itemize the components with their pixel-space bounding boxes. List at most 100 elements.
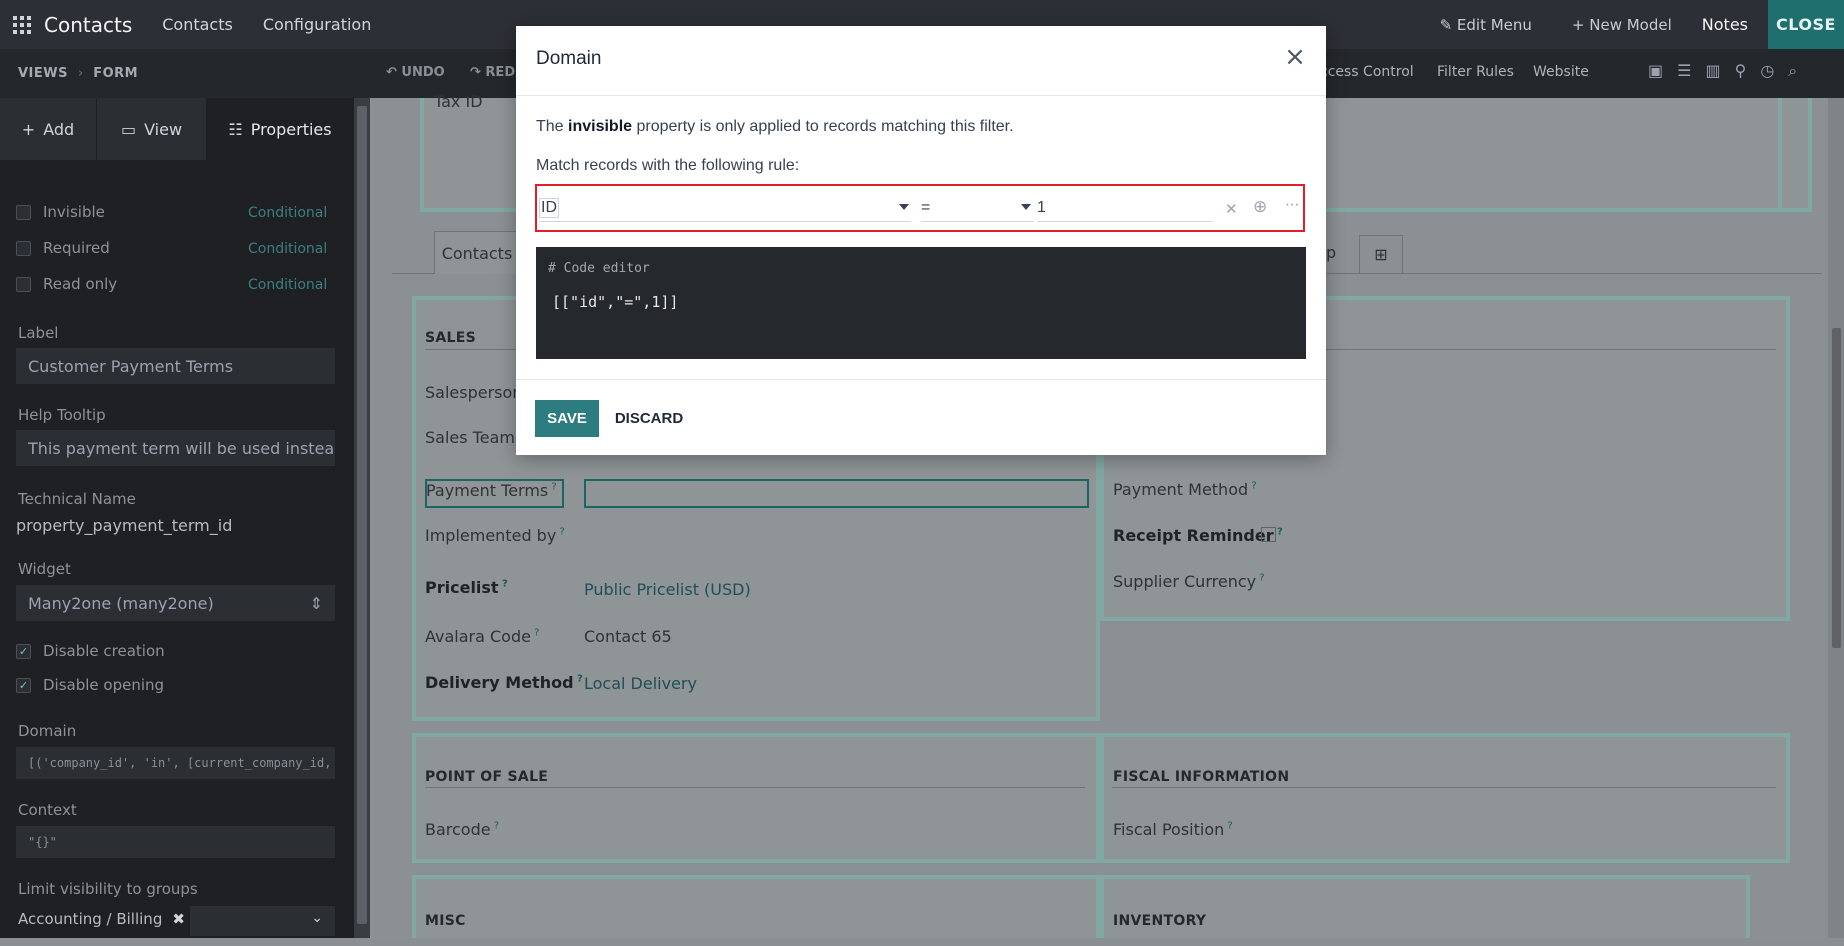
avalara-label[interactable]: Avalara Code ?: [425, 627, 539, 646]
required-checkbox-row[interactable]: Required: [16, 239, 110, 257]
website-link[interactable]: Website: [1533, 64, 1589, 80]
activity-view-icon[interactable]: ◷: [1760, 61, 1774, 81]
pos-divider: [425, 787, 1085, 788]
disable-opening-checkbox[interactable]: ✓: [16, 677, 31, 693]
menu-contacts[interactable]: Contacts: [162, 15, 233, 34]
form-view-icon[interactable]: ▣: [1648, 61, 1663, 81]
fiscal-position-label[interactable]: Fiscal Position ?: [1113, 820, 1233, 839]
group-tag: Accounting / Billing ✖: [18, 910, 185, 928]
disable-creation-checkbox[interactable]: ✓: [16, 643, 31, 659]
edit-menu-button[interactable]: ✎ Edit Menu: [1440, 16, 1532, 34]
implemented-by-label[interactable]: Implemented by ?: [425, 526, 565, 545]
dialog-title: Domain: [536, 48, 602, 69]
sales-team-label[interactable]: Sales Team: [425, 428, 515, 447]
disable-opening-row[interactable]: ✓ Disable opening: [16, 676, 164, 694]
payment-terms-input[interactable]: [584, 479, 1089, 508]
code-editor[interactable]: # Code editor [["id","=",1]]: [536, 247, 1306, 359]
label-input[interactable]: Customer Payment Terms: [16, 348, 335, 384]
invisible-checkbox-row[interactable]: Invisible: [16, 203, 105, 221]
desc-post: property is only applied to records matc…: [632, 118, 1014, 135]
tab-contacts[interactable]: Contacts: [434, 231, 520, 274]
menu-configuration[interactable]: Configuration: [263, 15, 372, 34]
properties-icon: ☷: [228, 119, 243, 139]
delete-rule-icon[interactable]: ✕: [1225, 200, 1238, 218]
redo-button[interactable]: ↷ RED: [470, 65, 515, 80]
form-scroll-thumb[interactable]: [1832, 328, 1841, 648]
add-tab-button[interactable]: ⊞: [1359, 235, 1403, 274]
domain-input[interactable]: [('company_id', 'in', [current_company_i…: [16, 747, 335, 779]
value-text: 1: [1037, 198, 1046, 216]
edit-menu-label: Edit Menu: [1456, 15, 1532, 34]
close-studio-button[interactable]: CLOSE: [1768, 0, 1844, 49]
app-title[interactable]: Contacts: [44, 13, 132, 37]
form-scrollbar[interactable]: [1828, 98, 1844, 938]
map-view-icon[interactable]: ⚲: [1735, 61, 1747, 81]
readonly-checkbox[interactable]: [16, 276, 31, 292]
receipt-reminder-label[interactable]: Receipt Reminder ?: [1113, 526, 1283, 545]
salesperson-label[interactable]: Salesperson: [425, 383, 522, 402]
receipt-reminder-checkbox[interactable]: [1261, 527, 1276, 542]
operator-select[interactable]: =: [921, 194, 1033, 222]
required-label: Required: [43, 239, 110, 257]
more-options-icon[interactable]: ···: [1285, 196, 1299, 214]
field-path-selector[interactable]: ID: [539, 194, 911, 222]
fiscal-heading: FISCAL INFORMATION: [1113, 769, 1290, 785]
list-view-icon[interactable]: ☰: [1677, 61, 1691, 81]
fiscal-divider: [1112, 787, 1776, 788]
filter-rules-link[interactable]: Filter Rules: [1437, 64, 1514, 80]
payment-method-label[interactable]: Payment Method ?: [1113, 480, 1257, 499]
pricelist-label[interactable]: Pricelist ?: [425, 578, 508, 597]
technical-name-value: property_payment_term_id: [16, 516, 233, 535]
tax-id-label[interactable]: Tax ID: [434, 92, 483, 111]
delivery-method-label[interactable]: Delivery Method ?: [425, 673, 583, 692]
payment-terms-label[interactable]: Payment Terms ?: [426, 481, 557, 500]
redo-icon: ↷: [470, 65, 486, 80]
tab-view[interactable]: ▭ View: [96, 98, 206, 160]
tab-properties[interactable]: ☷ Properties: [206, 98, 354, 160]
pricelist-value[interactable]: Public Pricelist (USD): [584, 580, 751, 599]
readonly-conditional-link[interactable]: Conditional: [248, 277, 327, 293]
disable-creation-row[interactable]: ✓ Disable creation: [16, 642, 165, 660]
supplier-currency-label[interactable]: Supplier Currency ?: [1113, 572, 1265, 591]
tab-add[interactable]: + Add: [0, 98, 96, 160]
discard-button[interactable]: DISCARD: [609, 400, 689, 437]
context-input[interactable]: "{}": [16, 826, 335, 858]
add-rule-icon[interactable]: ⊕: [1253, 197, 1267, 217]
value-input[interactable]: 1: [1037, 194, 1213, 222]
breadcrumb-views[interactable]: VIEWS: [18, 66, 68, 81]
access-control-link[interactable]: ccess Control: [1320, 64, 1414, 80]
apps-grid-icon[interactable]: [0, 0, 44, 49]
delivery-method-value[interactable]: Local Delivery: [584, 674, 697, 693]
sidebar-scrollbar[interactable]: [354, 98, 370, 938]
help-icon: ?: [1256, 572, 1265, 584]
notes-button[interactable]: Notes: [1702, 15, 1748, 34]
kanban-view-icon[interactable]: ▥: [1705, 61, 1720, 81]
close-icon[interactable]: ×: [1280, 42, 1310, 72]
barcode-label[interactable]: Barcode ?: [425, 820, 499, 839]
tab-partial-label: p: [1326, 243, 1337, 262]
remove-tag-icon[interactable]: ✖: [172, 910, 185, 928]
widget-select[interactable]: Many2one (many2one) ⇕: [16, 585, 335, 621]
help-tooltip-input[interactable]: This payment term will be used instead o: [16, 430, 335, 466]
search-icon[interactable]: ⌕: [1788, 61, 1797, 81]
dialog-header: Domain ×: [516, 26, 1326, 96]
code-editor-comment: # Code editor: [548, 261, 650, 276]
pos-heading: POINT OF SALE: [425, 769, 549, 785]
undo-button[interactable]: ↶ UNDO: [386, 65, 445, 80]
groups-select[interactable]: ⌄: [190, 906, 335, 936]
tab-partial[interactable]: p: [1326, 231, 1354, 274]
domain-dialog: Domain × The invisible property is only …: [516, 26, 1326, 455]
monitor-icon: ▭: [120, 119, 137, 139]
new-model-button[interactable]: + New Model: [1572, 16, 1672, 34]
help-tooltip-title: Help Tooltip: [18, 406, 106, 424]
disable-creation-label: Disable creation: [43, 642, 165, 660]
sidebar-scroll-thumb[interactable]: [357, 106, 367, 924]
code-editor-value[interactable]: [["id","=",1]]: [552, 293, 678, 311]
save-button[interactable]: SAVE: [535, 400, 599, 437]
readonly-checkbox-row[interactable]: Read only: [16, 275, 117, 293]
required-checkbox[interactable]: [16, 240, 31, 256]
grid-icon: [13, 15, 31, 34]
required-conditional-link[interactable]: Conditional: [248, 241, 327, 257]
invisible-conditional-link[interactable]: Conditional: [248, 205, 327, 221]
invisible-checkbox[interactable]: [16, 204, 31, 220]
